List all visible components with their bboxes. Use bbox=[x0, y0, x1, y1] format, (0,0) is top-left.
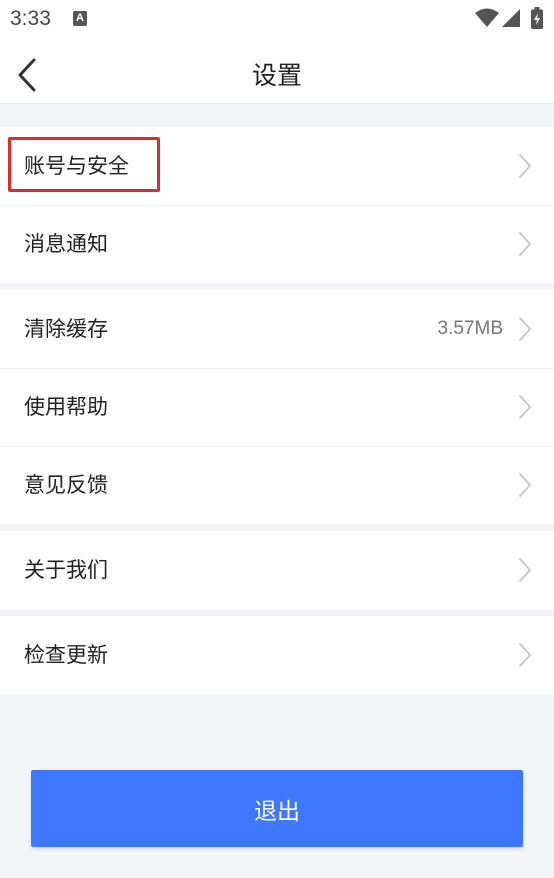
page-title: 设置 bbox=[251, 61, 302, 90]
settings-item-label: 清除缓存 bbox=[24, 317, 108, 341]
settings-item-help[interactable]: 使用帮助 bbox=[0, 368, 554, 446]
settings-item-clear-cache[interactable]: 清除缓存 3.57MB bbox=[0, 290, 554, 368]
settings-item-account-security[interactable]: 账号与安全 bbox=[0, 127, 554, 205]
chevron-right-icon bbox=[519, 395, 531, 419]
status-bar: 3:33 A bbox=[0, 0, 554, 40]
chevron-right-icon bbox=[519, 643, 531, 667]
settings-group-general: 清除缓存 3.57MB 使用帮助 意见反馈 bbox=[0, 290, 554, 524]
a-icon-letter: A bbox=[76, 12, 84, 24]
settings-item-label: 账号与安全 bbox=[24, 154, 129, 178]
chevron-right-icon bbox=[519, 317, 531, 341]
settings-group-about: 关于我们 bbox=[0, 531, 554, 609]
settings-item-about-us[interactable]: 关于我们 bbox=[0, 531, 554, 609]
settings-item-label: 使用帮助 bbox=[24, 395, 108, 419]
settings-item-label: 意见反馈 bbox=[24, 473, 108, 497]
status-time: 3:33 bbox=[10, 7, 51, 30]
nav-bar: 设置 bbox=[0, 40, 554, 104]
cache-size-value: 3.57MB bbox=[437, 318, 503, 339]
settings-item-label: 检查更新 bbox=[24, 643, 108, 667]
battery-icon bbox=[531, 7, 543, 29]
logout-button[interactable]: 退出 bbox=[31, 770, 523, 847]
settings-group-update: 检查更新 bbox=[0, 616, 554, 694]
settings-item-label: 关于我们 bbox=[24, 558, 108, 582]
settings-item-feedback[interactable]: 意见反馈 bbox=[0, 446, 554, 524]
settings-item-notifications[interactable]: 消息通知 bbox=[0, 205, 554, 283]
chevron-right-icon bbox=[519, 154, 531, 178]
signal-icon bbox=[502, 9, 520, 27]
settings-item-check-update[interactable]: 检查更新 bbox=[0, 616, 554, 694]
chevron-right-icon bbox=[519, 473, 531, 497]
chevron-right-icon bbox=[519, 232, 531, 256]
wifi-icon bbox=[475, 8, 499, 27]
a-icon: A bbox=[73, 11, 87, 26]
chevron-right-icon bbox=[519, 558, 531, 582]
settings-group-account: 账号与安全 消息通知 bbox=[0, 127, 554, 283]
settings-item-label: 消息通知 bbox=[24, 232, 108, 256]
